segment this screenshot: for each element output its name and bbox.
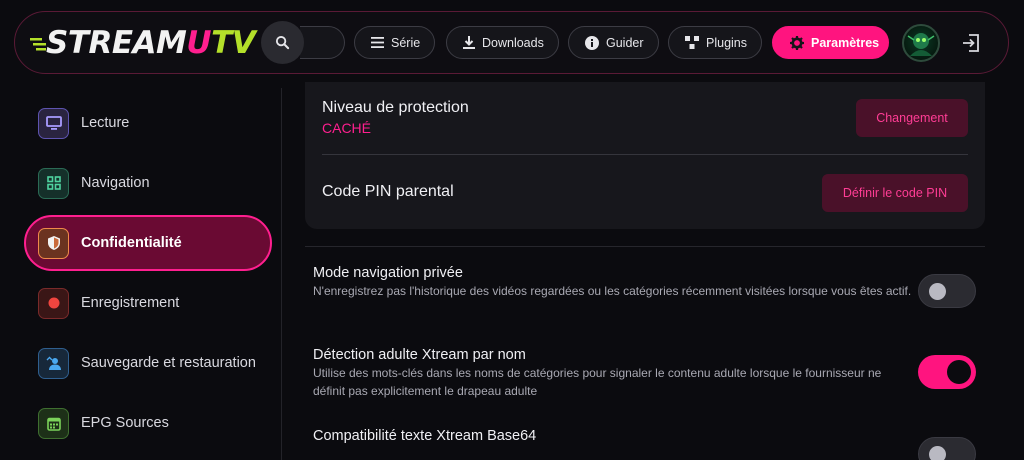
adult-detection-title: Détection adulte Xtream par nom bbox=[313, 347, 526, 363]
logo-text: STREAMUTV bbox=[46, 25, 256, 61]
sidebar-item-lecture[interactable]: Lecture bbox=[24, 95, 272, 151]
nav-downloads-label: Downloads bbox=[482, 35, 544, 50]
avatar-image bbox=[907, 33, 935, 56]
sidebar-item-label: Enregistrement bbox=[81, 295, 180, 311]
download-icon bbox=[463, 36, 475, 49]
protection-level-row: Niveau de protection CACHÉ bbox=[322, 99, 469, 136]
tv-icon bbox=[38, 107, 69, 139]
sidebar-item-label: Confidentialité bbox=[81, 235, 182, 251]
nav-plugins-button[interactable]: Plugins bbox=[668, 26, 762, 59]
private-mode-setting: Mode navigation privée N'enregistrez pas… bbox=[313, 265, 983, 300]
sidebar-item-label: Navigation bbox=[81, 175, 150, 191]
change-protection-button[interactable]: Changement bbox=[856, 99, 968, 137]
nav-guide-label: Guider bbox=[606, 35, 644, 50]
nav-settings-button[interactable]: Paramètres bbox=[772, 26, 889, 59]
gear-icon bbox=[790, 35, 804, 50]
protection-level-value: CACHÉ bbox=[322, 120, 372, 136]
shield-icon bbox=[38, 227, 69, 259]
plugins-icon bbox=[685, 36, 699, 49]
adult-detection-description: Utilise des mots-clés dans les noms de c… bbox=[313, 366, 882, 398]
nav-plugins-label: Plugins bbox=[706, 35, 747, 50]
sidebar-item-enregistrement[interactable]: Enregistrement bbox=[24, 275, 272, 331]
private-mode-description: N'enregistrez pas l'historique des vidéo… bbox=[313, 284, 912, 298]
sidebar-item-label: EPG Sources bbox=[81, 415, 169, 431]
sidebar-item-sauvegarde[interactable]: Sauvegarde et restauration bbox=[24, 335, 272, 391]
sidebar-divider bbox=[281, 88, 282, 460]
section-divider bbox=[305, 246, 985, 247]
grid-icon bbox=[38, 167, 69, 199]
search-icon bbox=[275, 35, 290, 50]
set-pin-button[interactable]: Définir le code PIN bbox=[822, 174, 968, 212]
sidebar-item-confidentialite[interactable]: Confidentialité bbox=[24, 215, 272, 271]
logout-button[interactable] bbox=[961, 33, 981, 53]
nav-settings-label: Paramètres bbox=[811, 35, 880, 50]
calendar-icon bbox=[38, 407, 69, 439]
info-icon bbox=[585, 35, 599, 50]
nav-series-button[interactable]: Série bbox=[354, 26, 436, 59]
adult-detection-setting: Détection adulte Xtream par nom Utilise … bbox=[313, 347, 983, 400]
private-mode-title: Mode navigation privée bbox=[313, 265, 463, 281]
toggle-knob bbox=[929, 283, 946, 300]
parental-pin-row: Code PIN parental bbox=[322, 183, 454, 201]
parental-pin-title: Code PIN parental bbox=[322, 183, 454, 200]
logout-icon bbox=[963, 34, 979, 52]
nav-guide-button[interactable]: Guider bbox=[568, 26, 659, 59]
base64-compat-title: Compatibilité texte Xtream Base64 bbox=[313, 428, 537, 444]
sidebar-item-navigation[interactable]: Navigation bbox=[24, 155, 272, 211]
card-divider bbox=[322, 154, 968, 155]
sidebar-item-label: Sauvegarde et restauration bbox=[81, 355, 256, 371]
nav-series-label: Série bbox=[391, 35, 421, 50]
adult-detection-toggle[interactable] bbox=[918, 355, 976, 389]
nav-item-partial[interactable] bbox=[300, 26, 345, 59]
private-mode-toggle[interactable] bbox=[918, 274, 976, 308]
record-icon bbox=[38, 287, 69, 319]
app-logo[interactable]: STREAMUTV bbox=[30, 25, 256, 61]
base64-compat-setting: Compatibilité texte Xtream Base64 bbox=[313, 428, 983, 444]
base64-compat-toggle[interactable] bbox=[918, 437, 976, 460]
sidebar-item-epg-sources[interactable]: EPG Sources bbox=[24, 395, 272, 451]
list-icon bbox=[371, 37, 384, 48]
nav-downloads-button[interactable]: Downloads bbox=[446, 26, 559, 59]
toggle-knob bbox=[929, 446, 946, 460]
protection-level-title: Niveau de protection bbox=[322, 99, 469, 116]
sidebar-item-label: Lecture bbox=[81, 115, 130, 131]
toggle-knob bbox=[947, 360, 971, 384]
user-avatar[interactable] bbox=[902, 24, 940, 62]
backup-icon bbox=[38, 347, 69, 379]
search-button[interactable] bbox=[261, 21, 304, 64]
